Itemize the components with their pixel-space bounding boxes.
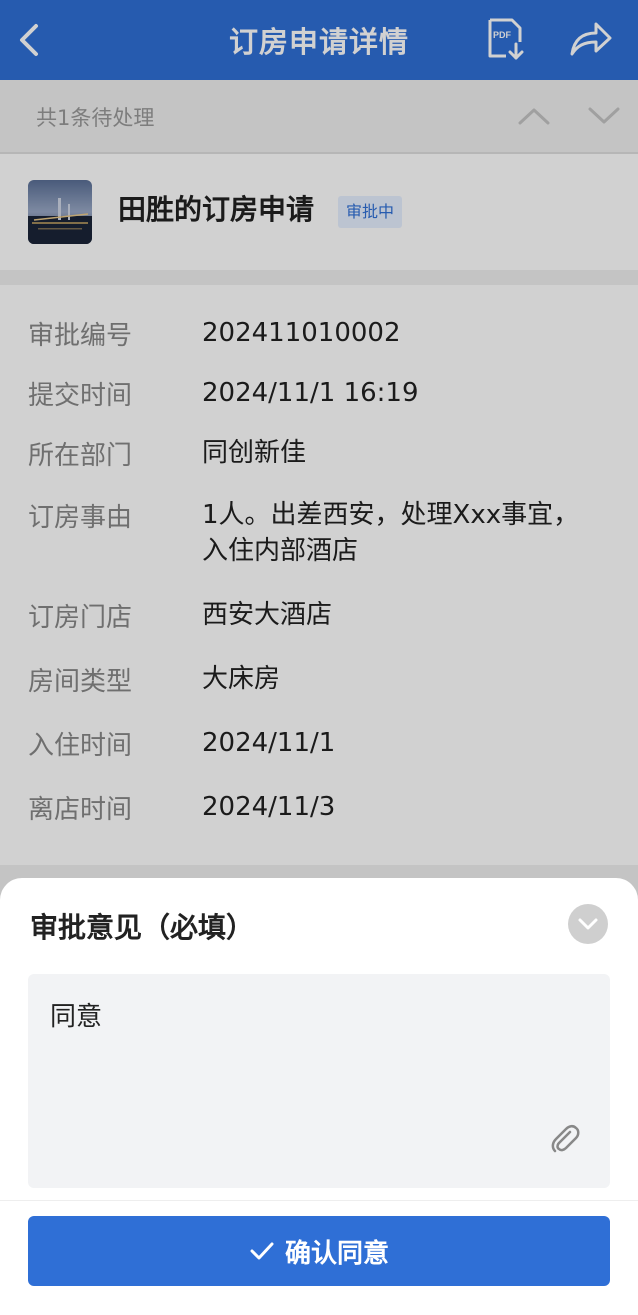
collapse-sheet-button[interactable]: [568, 904, 608, 944]
status-badge: 审批中: [338, 196, 403, 228]
detail-value: 2024/11/3: [202, 792, 336, 822]
application-title: 田胜的订房申请: [118, 193, 315, 226]
chevron-down-icon[interactable]: [586, 104, 622, 128]
pdf-download-icon[interactable]: PDF: [484, 16, 528, 62]
checkmark-icon: [250, 1242, 274, 1260]
chevron-down-icon: [578, 918, 598, 930]
detail-value: 202411010002: [202, 318, 401, 348]
detail-label: 审批编号: [28, 321, 133, 351]
detail-label: 房间类型: [28, 667, 133, 697]
detail-label: 入住时间: [28, 731, 133, 761]
back-arrow-icon[interactable]: [12, 18, 52, 62]
confirm-approve-button[interactable]: 确认同意: [28, 1216, 610, 1286]
svg-text:PDF: PDF: [493, 30, 512, 40]
detail-value: 大床房: [202, 664, 281, 694]
detail-label: 订房事由: [28, 503, 133, 533]
details-section: 审批编号 202411010002 提交时间 2024/11/1 16:19 所…: [0, 285, 638, 865]
sheet-heading: 审批意见（必填）: [30, 911, 255, 944]
detail-label: 提交时间: [28, 381, 133, 411]
detail-label: 所在部门: [28, 441, 133, 471]
top-nav-bar: 订房申请详情 PDF: [0, 0, 638, 80]
application-card: 田胜的订房申请 审批中: [0, 154, 638, 270]
pending-count-text: 共1条待处理: [36, 106, 155, 130]
detail-value-line-2: 入住内部酒店: [202, 536, 359, 566]
share-icon[interactable]: [566, 18, 614, 60]
detail-value: 2024/11/1: [202, 728, 336, 758]
chevron-up-icon[interactable]: [516, 104, 552, 128]
pending-bar: 共1条待处理: [0, 80, 638, 154]
confirm-button-label: 确认同意: [284, 1238, 389, 1269]
detail-value-line-1: 1人。出差西安，处理Xxx事宜，: [202, 500, 580, 530]
detail-value: 2024/11/1 16:19: [202, 378, 419, 408]
detail-value: 西安大酒店: [202, 600, 333, 630]
detail-value: 同创新佳: [202, 438, 307, 468]
comment-input[interactable]: 同意: [28, 974, 610, 1188]
detail-label: 离店时间: [28, 795, 133, 825]
application-thumbnail: [28, 180, 92, 244]
comment-text: 同意: [50, 1002, 103, 1032]
approval-opinion-sheet: 审批意见（必填） 同意 确认同意: [0, 878, 638, 1315]
page-title: 订房申请详情: [228, 25, 409, 59]
detail-label: 订房门店: [28, 603, 133, 633]
attachment-icon[interactable]: [548, 1122, 582, 1156]
detail-value: 1人。出差西安，处理Xxx事宜， 入住内部酒店: [202, 497, 602, 569]
divider: [0, 1200, 638, 1201]
